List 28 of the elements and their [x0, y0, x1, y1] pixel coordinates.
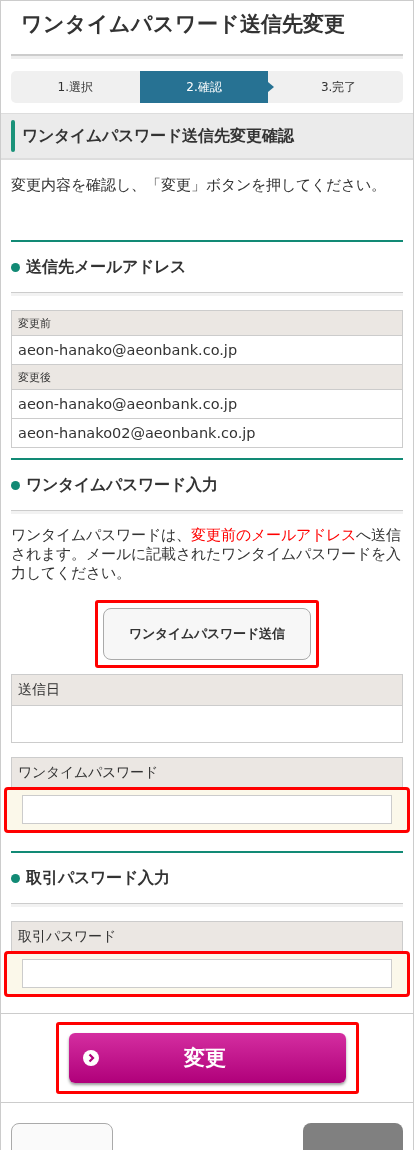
step-label: 3.完了 — [319, 78, 358, 96]
next-button[interactable] — [303, 1123, 403, 1150]
change-button[interactable]: 変更 — [68, 1033, 346, 1083]
email-cell: aeon-hanako@aeonbank.co.jp — [11, 389, 403, 419]
password-field[interactable] — [22, 795, 392, 824]
otp-note: ワンタイムパスワードは、変更前のメールアドレスへ送信されます。メールに記載されたワンタイムパスワードを入力してください。 — [10, 526, 402, 583]
back-button[interactable] — [11, 1123, 113, 1150]
page-title: ワンタイムパスワード送信先変更 — [20, 11, 346, 38]
step-label: 1.選択 — [56, 78, 95, 96]
table-label: 変更後 — [11, 364, 403, 390]
bullet-icon — [11, 262, 20, 272]
field-label: 取引パスワード — [11, 921, 403, 953]
field-label: ワンタイムパスワード — [11, 757, 403, 789]
chevron-circle-icon — [82, 1050, 99, 1066]
send-otp-button[interactable]: ワンタイムパスワード送信 — [103, 608, 311, 660]
field-label: 送信日 — [11, 674, 403, 706]
section-heading: ワンタイムパスワード入力 — [26, 474, 218, 496]
step-arrow-icon — [268, 82, 275, 92]
section-heading: 送信先メールアドレス — [26, 256, 186, 278]
section-heading: 取引パスワード入力 — [26, 867, 170, 889]
password-field[interactable] — [22, 959, 392, 988]
email-cell: aeon-hanako@aeonbank.co.jp — [11, 335, 403, 365]
table-label: 変更前 — [11, 310, 403, 336]
bullet-icon — [11, 873, 20, 883]
instruction-text: 変更内容を確認し、「変更」ボタンを押してください。 — [10, 176, 387, 195]
email-cell: aeon-hanako02@aeonbank.co.jp — [11, 418, 403, 448]
bullet-icon — [11, 480, 20, 490]
section-title: ワンタイムパスワード送信先変更確認 — [22, 125, 294, 147]
